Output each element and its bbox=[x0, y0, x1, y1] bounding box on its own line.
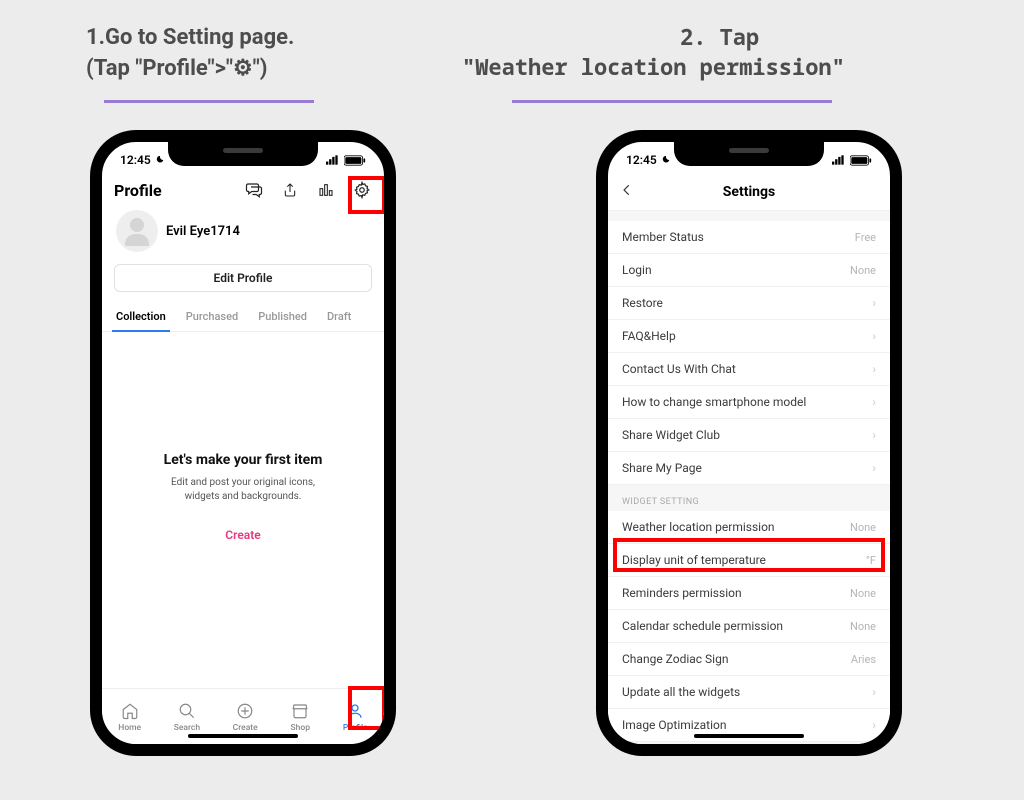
avatar[interactable] bbox=[116, 210, 158, 252]
row-faq[interactable]: FAQ&Help› bbox=[608, 320, 890, 353]
phone-settings: 12:45 Settings Member StatusFree LoginNo… bbox=[596, 130, 902, 756]
chat-icon[interactable] bbox=[244, 180, 264, 200]
phone-profile: 12:45 Profile Evil Eye1714 Edit Profile … bbox=[90, 130, 396, 756]
step1-caption: 1.Go to Setting page. (Tap "Profile">"⚙"… bbox=[86, 22, 294, 83]
phone-notch bbox=[674, 140, 824, 166]
edit-profile-button[interactable]: Edit Profile bbox=[114, 264, 372, 292]
shop-icon bbox=[290, 701, 310, 721]
settings-list[interactable]: Member StatusFree LoginNone Restore› FAQ… bbox=[608, 211, 890, 756]
settings-nav: Settings bbox=[608, 176, 890, 211]
row-member-status[interactable]: Member StatusFree bbox=[608, 221, 890, 254]
section-widget-setting: WIDGET SETTING bbox=[608, 485, 890, 511]
caption-underline-2 bbox=[512, 100, 832, 103]
home-icon bbox=[120, 701, 140, 721]
caption-underline-1 bbox=[104, 100, 314, 103]
row-change-phone[interactable]: How to change smartphone model› bbox=[608, 386, 890, 419]
back-button[interactable] bbox=[620, 182, 640, 202]
chart-icon[interactable] bbox=[316, 180, 336, 200]
row-contact[interactable]: Contact Us With Chat› bbox=[608, 353, 890, 386]
profile-tabs: Collection Purchased Published Draft bbox=[102, 302, 384, 332]
row-calendar-permission[interactable]: Calendar schedule permissionNone bbox=[608, 610, 890, 643]
profile-header: Profile bbox=[102, 176, 384, 206]
username: Evil Eye1714 bbox=[166, 224, 240, 239]
row-share-my-page[interactable]: Share My Page› bbox=[608, 452, 890, 485]
settings-group-1: Member StatusFree LoginNone Restore› FAQ… bbox=[608, 221, 890, 485]
row-restore[interactable]: Restore› bbox=[608, 287, 890, 320]
tabbar-search[interactable]: Search bbox=[174, 701, 200, 733]
row-zodiac[interactable]: Change Zodiac SignAries bbox=[608, 643, 890, 676]
profile-screen: Profile Evil Eye1714 Edit Profile Collec… bbox=[102, 142, 384, 744]
phone-notch bbox=[168, 140, 318, 166]
create-link[interactable]: Create bbox=[126, 528, 360, 542]
highlight-profile-tab bbox=[348, 686, 386, 730]
highlight-weather-permission bbox=[613, 538, 885, 572]
home-indicator bbox=[694, 734, 804, 738]
step2-caption-line1: 2. Tap bbox=[680, 22, 759, 52]
row-login[interactable]: LoginNone bbox=[608, 254, 890, 287]
share-icon[interactable] bbox=[280, 180, 300, 200]
settings-screen: Settings Member StatusFree LoginNone Res… bbox=[608, 142, 890, 744]
plus-circle-icon bbox=[235, 701, 255, 721]
tab-published[interactable]: Published bbox=[248, 302, 317, 331]
empty-body: Edit and post your original icons, widge… bbox=[126, 476, 360, 504]
tab-draft[interactable]: Draft bbox=[317, 302, 361, 331]
tabbar-home[interactable]: Home bbox=[118, 701, 141, 733]
empty-state: Let's make your first item Edit and post… bbox=[102, 332, 384, 542]
user-row: Evil Eye1714 bbox=[102, 206, 384, 260]
highlight-gear bbox=[348, 176, 386, 214]
row-share-widget-club[interactable]: Share Widget Club› bbox=[608, 419, 890, 452]
row-reminders-permission[interactable]: Reminders permissionNone bbox=[608, 577, 890, 610]
row-update-widgets[interactable]: Update all the widgets› bbox=[608, 676, 890, 709]
step2-caption-line2: "Weather location permission" bbox=[462, 52, 845, 82]
home-indicator bbox=[188, 734, 298, 738]
header-title: Profile bbox=[114, 181, 162, 200]
tab-collection[interactable]: Collection bbox=[106, 302, 176, 331]
search-icon bbox=[177, 701, 197, 721]
tab-purchased[interactable]: Purchased bbox=[176, 302, 248, 331]
empty-title: Let's make your first item bbox=[126, 452, 360, 468]
tabbar-create[interactable]: Create bbox=[233, 701, 258, 733]
nav-title: Settings bbox=[723, 184, 775, 200]
tabbar-shop[interactable]: Shop bbox=[290, 701, 310, 733]
